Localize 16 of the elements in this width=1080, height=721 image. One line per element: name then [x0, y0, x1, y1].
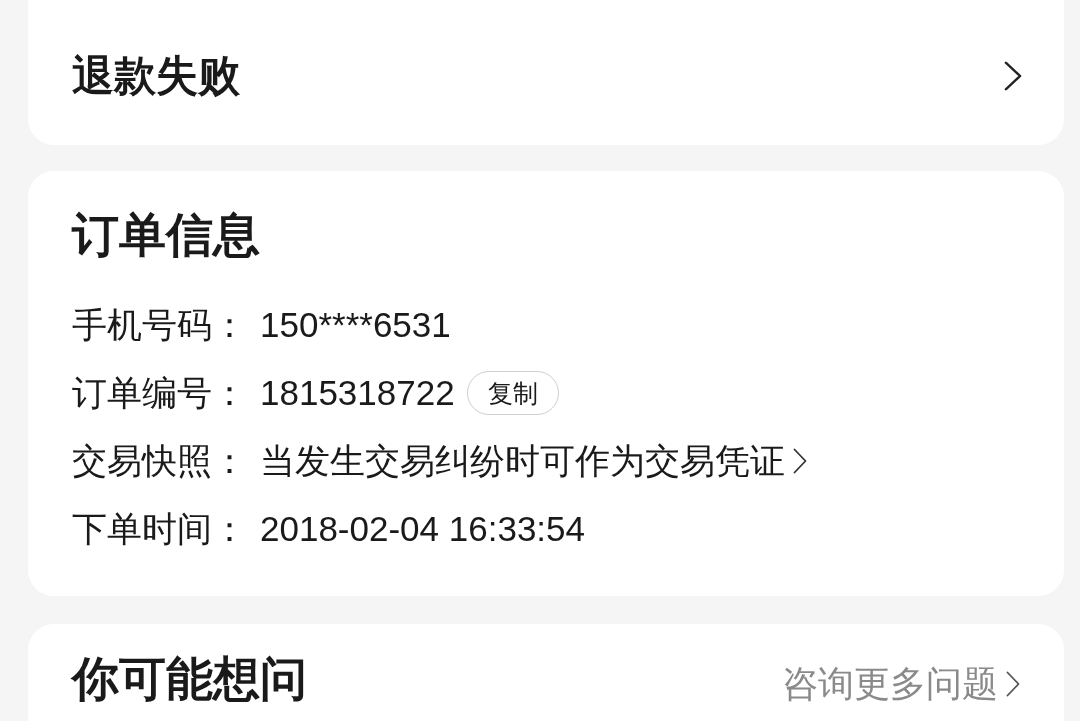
field-value: 2018-02-04 16:33:54 — [260, 507, 585, 550]
section-title: 你可能想问 — [72, 654, 307, 704]
field-label: 下单时间： — [72, 507, 248, 550]
chevron-right-icon — [1006, 671, 1020, 697]
chevron-right-icon — [1004, 60, 1022, 91]
copy-button[interactable]: 复制 — [466, 371, 559, 415]
refund-status-card[interactable]: 退款失败 — [28, 0, 1064, 145]
refund-status-title: 退款失败 — [72, 50, 240, 101]
field-value: 1815318722 — [260, 371, 455, 414]
field-label: 交易快照： — [72, 439, 248, 482]
section-title: 订单信息 — [72, 208, 260, 261]
snapshot-link[interactable]: 当发生交易纠纷时可作为交易凭证 — [260, 434, 785, 488]
field-label: 订单编号： — [72, 371, 248, 414]
field-value: 150****6531 — [260, 303, 451, 346]
field-label: 手机号码： — [72, 303, 248, 346]
chevron-right-icon — [793, 448, 807, 474]
